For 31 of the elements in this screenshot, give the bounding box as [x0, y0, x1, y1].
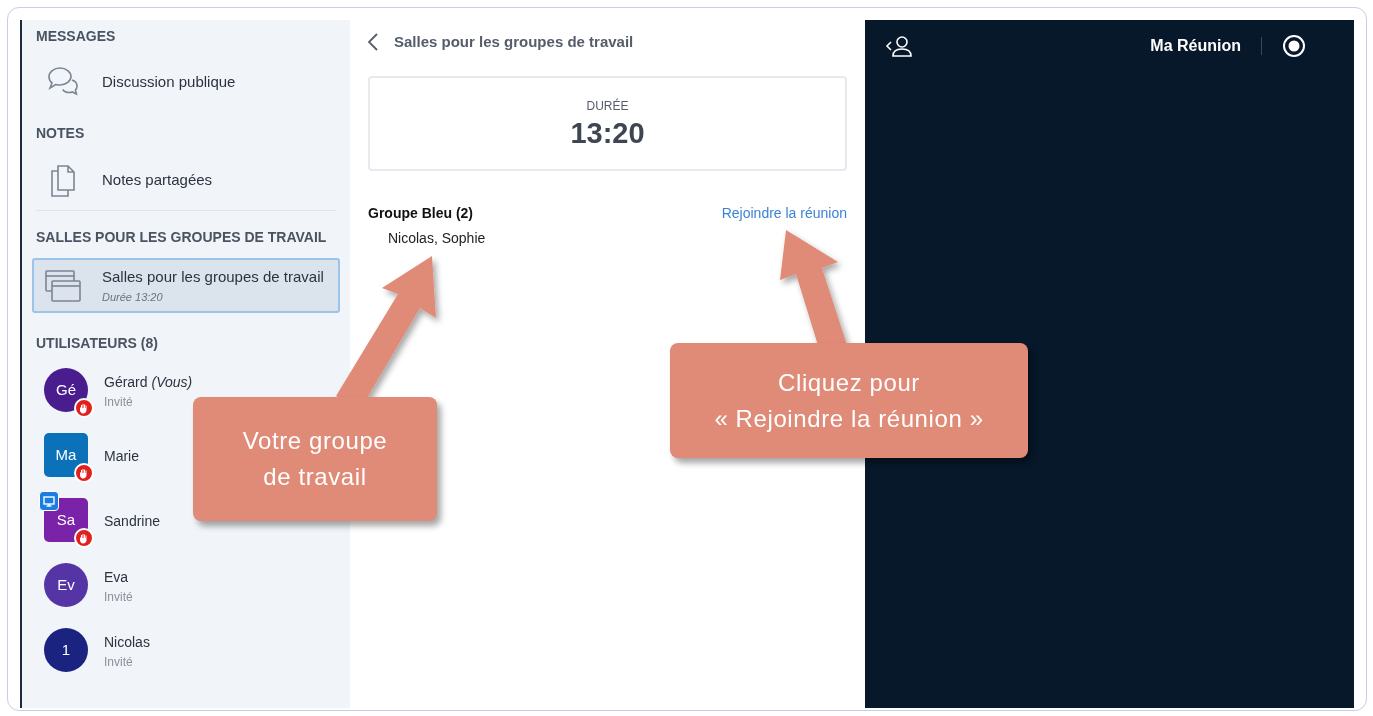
user-avatar: Ev: [44, 563, 88, 607]
user-avatar: Gé: [44, 368, 88, 412]
callout-text: Cliquez pour « Rejoindre la réunion »: [714, 367, 984, 434]
user-role: Invité: [104, 653, 134, 671]
section-heading: SALLES POUR LES GROUPES DE TRAVAIL: [35, 228, 328, 247]
join-link[interactable]: Rejoindre la réunion: [721, 203, 847, 224]
section-heading: MESSAGES: [35, 27, 117, 46]
windows-icon: [44, 267, 82, 304]
duration-label: DURÉE: [586, 97, 629, 115]
panel-title: Salles pour les groupes de travail: [394, 31, 634, 52]
group-name: Groupe Bleu (2): [368, 204, 474, 223]
back-icon[interactable]: [368, 33, 380, 51]
user-name: Marie: [104, 446, 139, 466]
section-heading: NOTES: [35, 124, 86, 143]
user-avatar: 1: [44, 628, 88, 672]
user-name: Eva: [104, 567, 130, 587]
sidebar-item[interactable]: Discussion publique: [32, 57, 340, 107]
meeting-title: Ma Réunion: [1150, 36, 1241, 56]
user-role: Invité: [104, 588, 133, 606]
group-members: Nicolas, Sophie: [387, 229, 486, 248]
sidebar-item[interactable]: Notes partagées: [32, 154, 340, 206]
sidebar-item[interactable]: Salles pour les groupes de travail Durée 13:20: [32, 258, 340, 313]
duration-value: 13:20: [570, 115, 645, 151]
section-heading: UTILISATEURS (8): [35, 334, 159, 353]
user-list-toggle-icon[interactable]: [885, 33, 915, 59]
user-name: Sandrine: [104, 511, 161, 531]
user-name: Nicolas: [104, 632, 150, 652]
record-icon[interactable]: [1282, 34, 1306, 58]
user-role: Invité: [104, 393, 134, 411]
callout-text: Votre groupe de travail: [242, 426, 388, 492]
user-name: Gérard (Vous): [104, 372, 193, 392]
